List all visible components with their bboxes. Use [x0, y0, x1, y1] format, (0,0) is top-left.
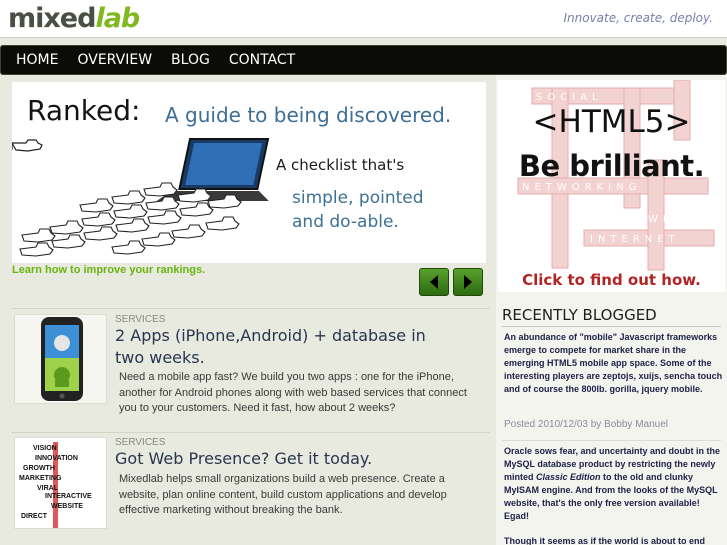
word-cloud-icon: VISION INNOVATION GROWTH MARKETING VIRAL…	[19, 442, 92, 528]
logo-text-mixed: mixed	[8, 3, 96, 34]
nav-overview[interactable]: OVERVIEW	[77, 52, 152, 68]
emphasis-text: Classic Edition	[536, 472, 601, 482]
recently-blogged-heading: RECENTLY BLOGGED	[502, 306, 657, 324]
service-description: Mixedlab helps small organizations build…	[119, 473, 447, 516]
ad-subhead: Be brilliant.	[518, 149, 705, 183]
chevron-left-icon	[430, 275, 438, 289]
site-logo[interactable]: mixed lab	[8, 3, 140, 34]
ad-cta-link[interactable]: Click to find out how.	[498, 271, 725, 289]
site-header: mixed lab Innovate, create, deploy.	[0, 0, 727, 38]
nav-contact[interactable]: CONTACT	[229, 52, 295, 68]
html5-ad-banner[interactable]: SOCIAL NETWORKING INTERNET WEB <HTML5> B…	[498, 80, 725, 292]
heading-divider	[502, 326, 721, 327]
nav-home[interactable]: HOME	[16, 52, 58, 68]
svg-text:INTERACTIVE: INTERACTIVE	[45, 493, 92, 500]
svg-text:MARKETING: MARKETING	[19, 475, 62, 482]
banner-subtitle: A guide to being discovered.	[165, 103, 452, 127]
phone-icon	[41, 317, 83, 401]
service-category: SERVICES	[115, 437, 166, 448]
chevron-right-icon	[464, 275, 472, 289]
svg-text:GROWTH: GROWTH	[23, 465, 55, 472]
slider-next-button[interactable]	[453, 268, 483, 296]
iphone-android-thumbnail[interactable]	[14, 314, 107, 404]
svg-text:INTERNET: INTERNET	[590, 234, 680, 245]
svg-text:WEBSITE: WEBSITE	[51, 503, 83, 510]
site-tagline: Innovate, create, deploy.	[563, 11, 713, 25]
featured-banner[interactable]: Ranked: A guide to being discovered. A c…	[12, 82, 486, 263]
logo-text-lab: lab	[95, 3, 140, 34]
service-title[interactable]: Got Web Presence? Get it today.	[115, 448, 445, 470]
banner-line-2: simple, pointed	[292, 188, 424, 208]
banner-checklist-text: A checklist that's	[276, 156, 405, 174]
svg-text:WEB: WEB	[648, 214, 686, 225]
service-item-web-presence: VISION INNOVATION GROWTH MARKETING VIRAL…	[14, 437, 492, 537]
slider-prev-button[interactable]	[419, 268, 449, 296]
service-title[interactable]: 2 Apps (iPhone,Android) + database in tw…	[115, 325, 445, 369]
blog-post-meta: Posted 2010/12/03 by Bobby Manuel	[504, 419, 669, 430]
pointing-hands-laptop-image	[12, 138, 270, 257]
main-content: Ranked: A guide to being discovered. A c…	[0, 75, 496, 545]
nav-blog[interactable]: BLOG	[171, 52, 210, 68]
svg-text:INNOVATION: INNOVATION	[35, 455, 78, 462]
web-presence-thumbnail[interactable]: VISION INNOVATION GROWTH MARKETING VIRAL…	[14, 437, 107, 529]
banner-title: Ranked:	[27, 94, 141, 127]
service-item-mobile-apps: SERVICES 2 Apps (iPhone,Android) + datab…	[14, 314, 492, 414]
svg-text:SOCIAL: SOCIAL	[536, 92, 603, 103]
blog-post-excerpt[interactable]: An abundance of "mobile" Javascript fram…	[504, 331, 724, 396]
blog-post-excerpt[interactable]: Oracle sows fear, and uncertainty and do…	[504, 445, 724, 523]
section-divider	[12, 308, 490, 309]
svg-text:NETWORKING: NETWORKING	[522, 182, 641, 193]
service-category: SERVICES	[115, 314, 166, 325]
banner-line-3: and do-able.	[292, 212, 399, 232]
main-nav: HOME OVERVIEW BLOG CONTACT	[0, 45, 727, 75]
svg-text:VISION: VISION	[33, 445, 57, 452]
blog-post-excerpt[interactable]: Though it seems as if the world is about…	[504, 535, 724, 545]
svg-text:DIRECT: DIRECT	[21, 513, 48, 520]
service-description: Need a mobile app fast? We build you two…	[119, 371, 467, 414]
ad-headline: <HTML5>	[532, 104, 691, 140]
improve-rankings-link[interactable]: Learn how to improve your rankings.	[12, 264, 205, 276]
svg-text:VIRAL: VIRAL	[37, 485, 59, 492]
post-divider	[502, 440, 721, 441]
sidebar: SOCIAL NETWORKING INTERNET WEB <HTML5> B…	[496, 75, 727, 545]
section-divider	[12, 432, 490, 433]
